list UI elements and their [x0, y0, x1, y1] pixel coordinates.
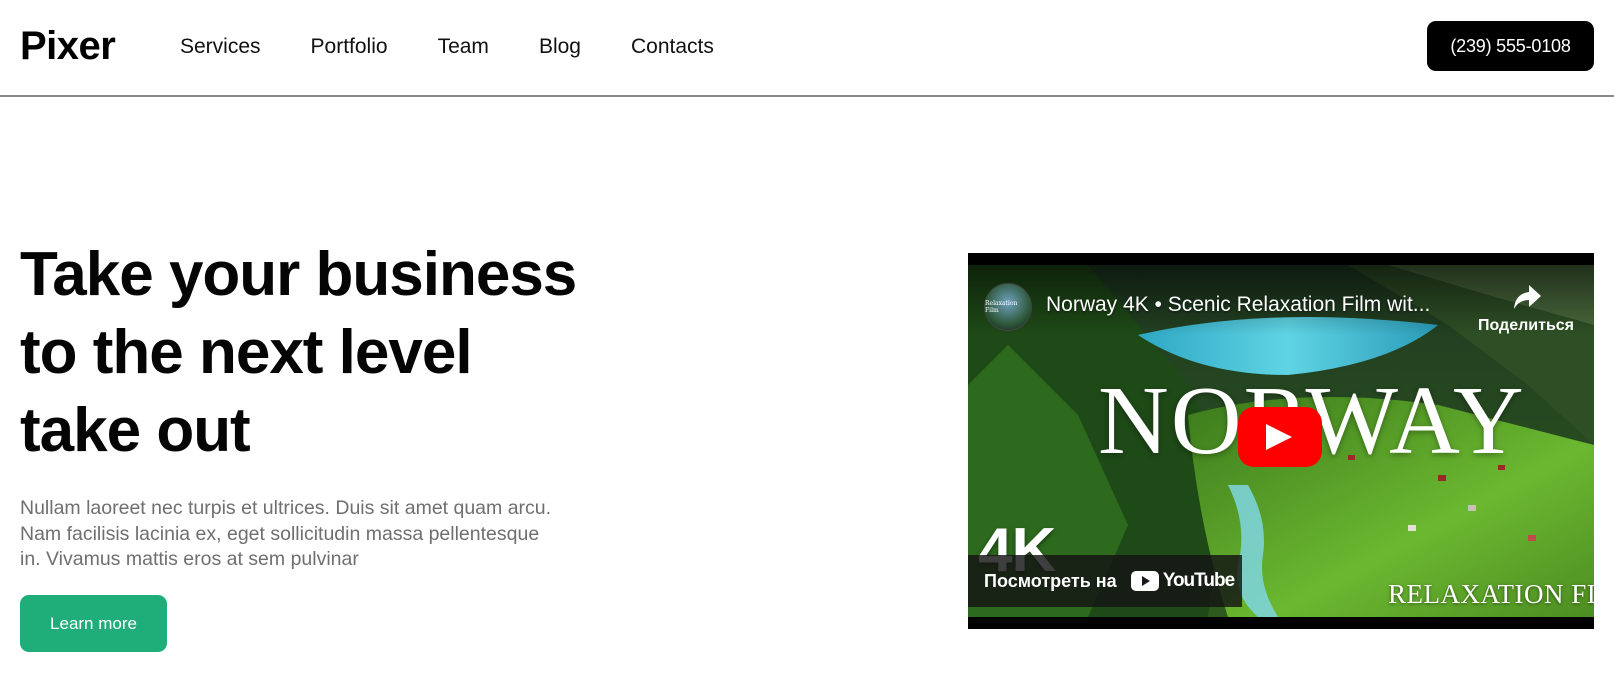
- phone-button[interactable]: (239) 555-0108: [1427, 21, 1594, 71]
- nav-item-portfolio[interactable]: Portfolio: [311, 34, 388, 60]
- watch-on-youtube-bar[interactable]: Посмотреть на YouTube: [968, 555, 1242, 607]
- share-arrow-icon: [1514, 285, 1541, 309]
- hero-title: Take your business to the next level tak…: [20, 236, 660, 470]
- video-title[interactable]: Norway 4K • Scenic Relaxation Film wit..…: [1046, 293, 1430, 317]
- share-label: Поделиться: [1477, 317, 1575, 334]
- hero-title-line-1: Take your business: [20, 240, 577, 309]
- video-watermark: Relaxation Film: [1388, 579, 1594, 609]
- play-icon: [1266, 424, 1292, 450]
- hero-description: Nullam laoreet nec turpis et ultrices. D…: [20, 496, 620, 573]
- hero-description-line-3: in. Vivamus mattis eros at sem pulvinar: [20, 548, 359, 570]
- site-header: Pixer Services Portfolio Team Blog Conta…: [0, 0, 1614, 97]
- nav-item-blog[interactable]: Blog: [539, 34, 581, 60]
- main-nav: Services Portfolio Team Blog Contacts: [180, 34, 764, 60]
- youtube-play-icon: [1130, 571, 1159, 591]
- hero-title-line-3: take out: [20, 396, 251, 465]
- watch-on-label: Посмотреть на: [984, 570, 1117, 591]
- nav-item-services[interactable]: Services: [180, 34, 261, 60]
- hero-description-line-2: Nam facilisis lacinia ex, eget sollicitu…: [20, 522, 540, 545]
- learn-more-button[interactable]: Learn more: [20, 595, 167, 652]
- nav-item-team[interactable]: Team: [438, 34, 489, 60]
- hero-title-line-2: to the next level: [20, 318, 473, 387]
- hero-description-line-1: Nullam laoreet nec turpis et ultrices. D…: [20, 497, 552, 519]
- youtube-video-embed[interactable]: Relaxation Film Norway 4K • Scenic Relax…: [968, 253, 1594, 629]
- channel-avatar[interactable]: Relaxation Film: [984, 283, 1032, 331]
- youtube-wordmark: YouTube: [1162, 570, 1235, 591]
- youtube-logo: YouTube: [1130, 570, 1235, 592]
- site-logo[interactable]: Pixer: [20, 22, 116, 70]
- nav-item-contacts[interactable]: Contacts: [631, 34, 714, 60]
- video-thumbnail[interactable]: Relaxation Film Norway 4K • Scenic Relax…: [968, 265, 1594, 617]
- play-button[interactable]: [1238, 407, 1322, 467]
- share-button[interactable]: Поделиться: [1466, 279, 1586, 339]
- channel-avatar-text: Relaxation Film: [985, 300, 1018, 314]
